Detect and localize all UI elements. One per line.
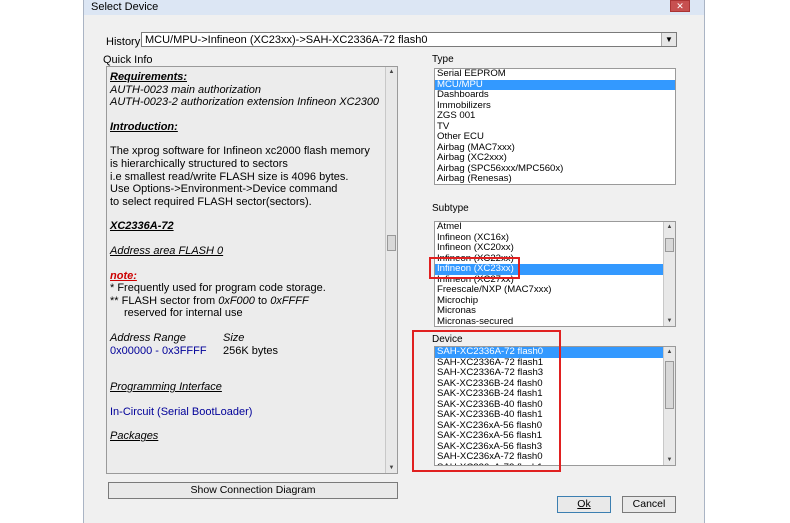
ok-label: Ok <box>577 498 591 510</box>
quick-info-panel[interactable]: Requirements: AUTH-0023 main authorizati… <box>106 66 398 474</box>
chevron-down-icon[interactable]: ▼ <box>661 33 676 46</box>
type-list-item[interactable]: Dashboards <box>435 89 675 101</box>
intro-line: The xprog software for Infineon xc2000 f… <box>110 145 370 158</box>
ok-button[interactable]: Ok <box>557 496 611 513</box>
history-combobox[interactable]: MCU/MPU->Infineon (XC23xx)->SAH-XC2336A-… <box>141 32 677 47</box>
type-list-item[interactable]: Other ECU <box>435 131 675 143</box>
scroll-up-icon[interactable]: ▲ <box>386 67 397 77</box>
address-size-header: Address Range Size <box>110 332 380 345</box>
type-label: Type <box>432 54 454 65</box>
subtype-label: Subtype <box>432 203 469 214</box>
scroll-up-icon[interactable]: ▲ <box>664 222 675 232</box>
requirements-heading: Requirements: <box>110 71 188 83</box>
show-connection-diagram-button[interactable]: Show Connection Diagram <box>108 482 398 499</box>
address-size-values: 0x00000 - 0x3FFFF 256K bytes <box>110 345 380 358</box>
requirement-line: AUTH-0023-2 authorization extension Infi… <box>110 96 380 109</box>
programming-interface-heading: Programming Interface <box>110 381 222 394</box>
requirement-line: AUTH-0023 main authorization <box>110 83 262 96</box>
device-highlight-annotation <box>412 330 561 472</box>
type-list-item[interactable]: Airbag (Renesas) <box>435 173 675 184</box>
size-label: Size <box>223 331 245 344</box>
subtype-scrollbar[interactable]: ▲ ▼ <box>663 222 675 326</box>
quick-info-label: Quick Info <box>103 54 153 66</box>
type-listbox[interactable]: Serial EEPROM MCU/MPU Dashboards Immobilize… <box>434 68 676 185</box>
note-line: ** FLASH sector from 0xF000 to 0xFFFF <box>110 295 380 308</box>
cancel-button[interactable]: Cancel <box>622 496 676 513</box>
note-address-from: 0xF000 <box>218 294 255 307</box>
history-value: MCU/MPU->Infineon (XC23xx)->SAH-XC2336A-… <box>145 34 428 46</box>
quick-info-scrollbar[interactable]: ▲ ▼ <box>385 67 397 473</box>
subtype-list-item[interactable]: Micronas <box>435 305 675 317</box>
subtype-list-item[interactable]: Atmel <box>435 222 675 233</box>
intro-line: to select required FLASH sector(sectors)… <box>110 195 312 208</box>
subtype-list-item[interactable]: Freescale/NXP (MAC7xxx) <box>435 284 675 296</box>
type-list-item[interactable]: Airbag (XC2xxx) <box>435 152 675 164</box>
history-label: History: <box>106 36 144 48</box>
subtype-list-item[interactable]: Micronas-secured <box>435 316 675 326</box>
scroll-thumb[interactable] <box>665 238 674 252</box>
note-text: ** FLASH sector from <box>110 294 219 307</box>
scroll-down-icon[interactable]: ▼ <box>386 463 397 473</box>
type-list-item[interactable]: ZGS 001 <box>435 110 675 122</box>
introduction-heading: Introduction: <box>110 120 178 133</box>
note-line: * Frequently used for program code stora… <box>110 282 326 295</box>
quick-info-content: Requirements: AUTH-0023 main authorizati… <box>110 71 380 443</box>
select-device-dialog: Select Device ✕ History: MCU/MPU->Infine… <box>83 0 705 523</box>
intro-line: i.e smallest read/write FLASH size is 40… <box>110 170 349 183</box>
intro-line: is hierarchically structured to sectors <box>110 157 288 170</box>
note-text: to <box>254 294 271 307</box>
scroll-down-icon[interactable]: ▼ <box>664 316 675 326</box>
scroll-thumb[interactable] <box>387 235 396 251</box>
note-line: reserved for internal use <box>124 307 243 320</box>
close-icon: ✕ <box>676 1 684 11</box>
scroll-thumb[interactable] <box>665 361 674 409</box>
type-list-item[interactable]: Serial EEPROM <box>435 69 675 80</box>
address-range-label: Address Range <box>110 331 186 344</box>
packages-heading: Packages <box>110 430 159 443</box>
scroll-up-icon[interactable]: ▲ <box>664 347 675 357</box>
title-bar[interactable]: Select Device ✕ <box>84 0 704 15</box>
dialog-title: Select Device <box>91 1 159 13</box>
intro-line: Use Options->Environment->Device command <box>110 183 338 196</box>
close-button[interactable]: ✕ <box>670 0 690 12</box>
subtype-list-item[interactable]: Infineon (XC20xx) <box>435 242 675 254</box>
address-area-heading: Address area FLASH 0 <box>110 244 224 257</box>
address-range-value: 0x00000 - 0x3FFFF <box>110 344 207 357</box>
size-value: 256K bytes <box>223 344 279 357</box>
subtype-highlight-annotation <box>429 257 520 279</box>
programming-interface-value: In-Circuit (Serial BootLoader) <box>110 405 253 418</box>
device-scrollbar[interactable]: ▲ ▼ <box>663 347 675 465</box>
device-heading: XC2336A-72 <box>110 220 174 233</box>
note-address-to: 0xFFFF <box>270 294 309 307</box>
scroll-down-icon[interactable]: ▼ <box>664 455 675 465</box>
note-heading: note: <box>110 269 137 282</box>
